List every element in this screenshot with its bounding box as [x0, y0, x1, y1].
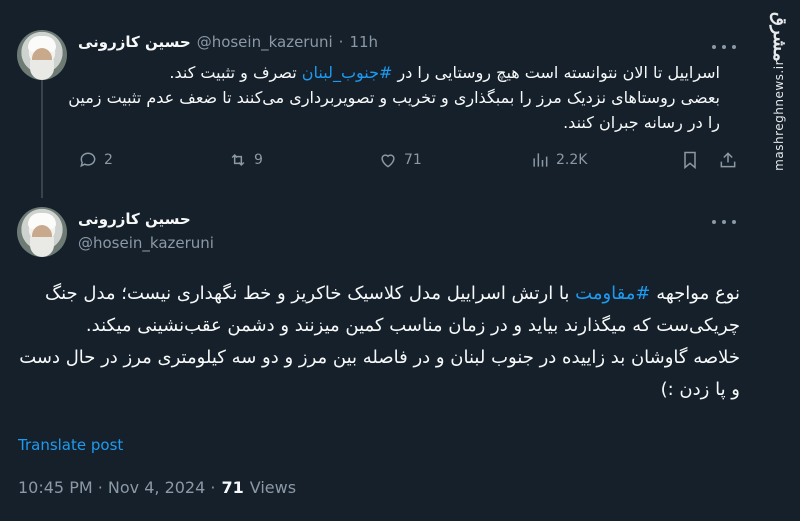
bookmark-button[interactable] [680, 150, 700, 170]
views-icon [533, 153, 548, 167]
watermark-url: mashreghnews.ir [772, 60, 786, 171]
tweet-screenshot: مشرق mashreghnews.ir حسین کازرونی @hosei… [0, 0, 800, 521]
reply-icon [80, 152, 96, 168]
repost-count: 9 [254, 152, 263, 168]
author-handle[interactable]: @hosein_kazeruni [197, 33, 333, 51]
action-bar: 2 9 71 2.2K [78, 150, 738, 178]
tweet-text: نوع مواجهه #مقاومت با ارتش اسراییل مدل ک… [18, 278, 740, 406]
thread-connector [41, 80, 43, 198]
author-handle[interactable]: @hosein_kazeruni [78, 234, 214, 252]
author-name[interactable]: حسین کازرونی [78, 33, 191, 51]
watermark: مشرق mashreghnews.ir [758, 0, 800, 521]
avatar[interactable] [17, 207, 67, 257]
tweet-time[interactable]: 11h [349, 33, 378, 51]
views-button[interactable]: 2.2K [530, 150, 587, 170]
tweet-header: حسین کازرونی @hosein_kazeruni · 11h [78, 33, 378, 51]
views-label: Views [249, 478, 297, 497]
tweet-text: اسراییل تا الان نتوانسته است هیچ روستایی… [60, 60, 720, 135]
tweet-paragraph-1: نوع مواجهه #مقاومت با ارتش اسراییل مدل ک… [44, 283, 740, 336]
repost-icon [231, 153, 245, 167]
like-icon [381, 154, 395, 168]
tweet-line-2: بعضی روستاهای نزدیک مرز را بمبگذاری و تخ… [68, 88, 720, 132]
more-icon[interactable] [712, 215, 736, 229]
more-icon[interactable] [712, 40, 736, 54]
tweet-metadata: 10:45 PM · Nov 4, 2024 · 71 Views [18, 478, 296, 497]
reply-button[interactable]: 2 [78, 150, 113, 170]
translate-post-link[interactable]: Translate post [18, 436, 123, 454]
hashtag-link[interactable]: #جنوب_لبنان [302, 63, 393, 82]
tweet-paragraph-2: خلاصه گاوشان بد زاییده در جنوب لبنان و د… [19, 347, 740, 400]
hashtag-link[interactable]: #مقاومت [575, 283, 650, 304]
views-count: 2.2K [556, 152, 588, 168]
share-button[interactable] [718, 150, 738, 170]
author-name[interactable]: حسین کازرونی [78, 210, 191, 228]
repost-button[interactable]: 9 [228, 150, 263, 170]
share-icon [720, 152, 736, 168]
dot-separator: · [338, 33, 344, 51]
timestamp[interactable]: 10:45 PM · Nov 4, 2024 · [18, 478, 215, 497]
reply-count: 2 [104, 152, 113, 168]
views-count: 71 [221, 478, 244, 497]
like-count: 71 [404, 152, 422, 168]
tweet-parent[interactable]: حسین کازرونی @hosein_kazeruni · 11h اسرا… [0, 0, 760, 198]
watermark-logo: مشرق [769, 12, 790, 62]
tweet-line-1: اسراییل تا الان نتوانسته است هیچ روستایی… [169, 63, 720, 82]
bookmark-icon [684, 151, 696, 170]
like-button[interactable]: 71 [378, 150, 422, 170]
